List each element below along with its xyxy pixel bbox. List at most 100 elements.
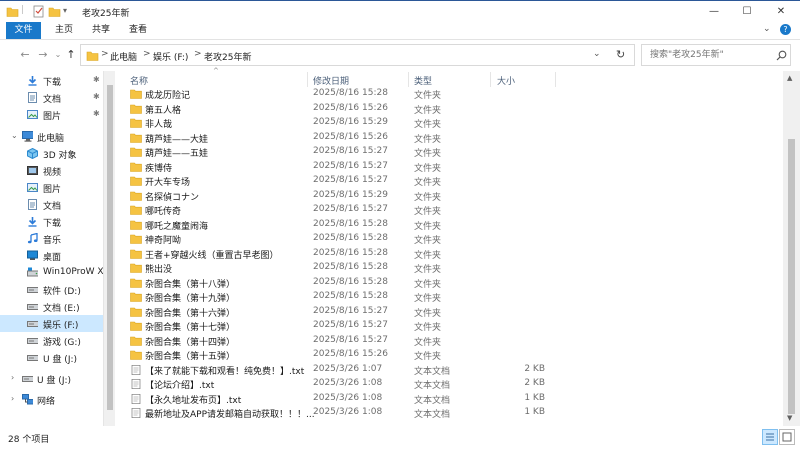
file-list-scrollbar[interactable]: ▲ ▼ xyxy=(783,71,800,426)
search-box[interactable] xyxy=(641,44,791,66)
folder-row[interactable]: 成龙历险记 2025/8/16 15:28 文件夹 xyxy=(125,87,783,102)
tab-view[interactable]: 查看 xyxy=(129,22,147,39)
scroll-up-icon[interactable]: ▲ xyxy=(787,74,792,82)
nav-item-videos[interactable]: 视频 xyxy=(0,162,103,179)
help-icon[interactable]: ? xyxy=(780,24,791,35)
file-size: 1 KB xyxy=(524,407,545,417)
expand-ribbon-icon[interactable]: ⌄ xyxy=(763,24,771,34)
maximize-button[interactable]: ☐ xyxy=(730,1,764,21)
folder-row[interactable]: 杂图合集（第十七弹） 2025/8/16 15:27 文件夹 xyxy=(125,319,783,334)
nav-item-usb-root[interactable]: › U 盘 (J:) xyxy=(0,370,103,387)
folder-row[interactable]: 第五人格 2025/8/16 15:26 文件夹 xyxy=(125,102,783,117)
folder-row[interactable]: 名探偵コナン 2025/8/16 15:29 文件夹 xyxy=(125,189,783,204)
folder-row[interactable]: 哪吒之魔童闹海 2025/8/16 15:28 文件夹 xyxy=(125,218,783,233)
column-divider[interactable] xyxy=(307,72,308,87)
nav-item-network[interactable]: › 网络 xyxy=(0,391,103,408)
collapse-chevron-icon[interactable]: ⌄ xyxy=(11,131,18,140)
nav-item-pictures-pinned[interactable]: 图片 ✱ xyxy=(0,106,103,123)
column-divider[interactable] xyxy=(555,72,556,87)
column-divider[interactable] xyxy=(408,72,409,87)
scroll-down-icon[interactable]: ▼ xyxy=(787,414,792,422)
breadcrumb-current-folder[interactable]: 老攻25年新 xyxy=(204,50,251,63)
breadcrumb-drive-f[interactable]: 娱乐 (F:) xyxy=(153,50,188,63)
minimize-button[interactable]: — xyxy=(697,1,731,21)
nav-item-drive-e[interactable]: 文档 (E:) xyxy=(0,298,103,315)
folder-row[interactable]: 疾博侍 2025/8/16 15:27 文件夹 xyxy=(125,160,783,175)
column-header-date[interactable]: 修改日期 xyxy=(313,74,349,87)
properties-icon[interactable] xyxy=(32,5,45,18)
file-type: 文件夹 xyxy=(414,163,442,174)
folder-row[interactable]: 葫芦娃——五娃 2025/8/16 15:27 文件夹 xyxy=(125,145,783,160)
address-bar[interactable]: > 此电脑 > 娱乐 (F:) > 老攻25年新 ⌄ ↻ xyxy=(80,44,635,66)
details-view-icon[interactable] xyxy=(762,429,778,445)
folder-row[interactable]: 葫芦娃——大娃 2025/8/16 15:26 文件夹 xyxy=(125,131,783,146)
scrollbar-thumb[interactable] xyxy=(107,85,113,410)
up-button[interactable]: ↑ xyxy=(64,47,78,63)
nav-item-downloads-pinned[interactable]: 下载 ✱ xyxy=(0,72,103,89)
nav-item-drive-g[interactable]: 游戏 (G:) xyxy=(0,332,103,349)
nav-item-this-pc[interactable]: ⌄ 此电脑 xyxy=(0,128,103,145)
file-name: 杂图合集（第十六弹） xyxy=(145,308,236,319)
file-size: 1 KB xyxy=(524,392,545,403)
nav-item-documents[interactable]: 文档 xyxy=(0,196,103,213)
address-dropdown-icon[interactable]: ⌄ xyxy=(593,49,601,59)
column-header-size[interactable]: 大小 xyxy=(497,74,515,87)
nav-item-system-drive[interactable]: Win10ProW X6 xyxy=(0,264,103,281)
folder-row[interactable]: 哪吒传奇 2025/8/16 15:27 文件夹 xyxy=(125,203,783,218)
scrollbar-thumb[interactable] xyxy=(788,139,795,414)
folder-row[interactable]: 杂图合集（第十六弹） 2025/8/16 15:27 文件夹 xyxy=(125,305,783,320)
file-row[interactable]: 【论坛介绍】.txt 2025/3/26 1:08 文本文档 2 KB xyxy=(125,377,783,392)
folder-row[interactable]: 熊出没 2025/8/16 15:28 文件夹 xyxy=(125,261,783,276)
file-row[interactable]: 【永久地址发布页】.txt 2025/3/26 1:08 文本文档 1 KB xyxy=(125,392,783,407)
tab-file[interactable]: 文件 xyxy=(6,22,41,39)
folder-row[interactable]: 杂图合集（第十八弹） 2025/8/16 15:28 文件夹 xyxy=(125,276,783,291)
nav-item-drive-d[interactable]: 软件 (D:) xyxy=(0,281,103,298)
breadcrumb-this-pc[interactable]: 此电脑 xyxy=(110,50,137,63)
expand-chevron-icon[interactable]: › xyxy=(11,394,14,403)
folder-row[interactable]: 杂图合集（第十五弹） 2025/8/16 15:26 文件夹 xyxy=(125,348,783,363)
customize-quick-access-icon[interactable]: ▾ xyxy=(63,6,67,19)
nav-item-downloads[interactable]: 下载 xyxy=(0,213,103,230)
back-button[interactable]: ← xyxy=(18,47,32,63)
breadcrumb-separator[interactable]: > xyxy=(194,49,202,59)
folder-row[interactable]: 开大车专场 2025/8/16 15:27 文件夹 xyxy=(125,174,783,189)
nav-item-pictures[interactable]: 图片 xyxy=(0,179,103,196)
search-input[interactable] xyxy=(650,48,770,62)
large-icons-view-icon[interactable] xyxy=(779,429,795,445)
folder-row[interactable]: 杂图合集（第十四弹） 2025/8/16 15:27 文件夹 xyxy=(125,334,783,349)
nav-item-documents-pinned[interactable]: 文档 ✱ xyxy=(0,89,103,106)
nav-item-label: Win10ProW X6 xyxy=(43,267,103,277)
navigation-scrollbar[interactable] xyxy=(103,71,115,426)
expand-chevron-icon[interactable]: › xyxy=(11,373,14,382)
close-button[interactable]: ✕ xyxy=(764,1,798,21)
nav-item-music[interactable]: 音乐 xyxy=(0,230,103,247)
ribbon: 文件 主页 共享 查看 ⌄ ? xyxy=(0,21,800,40)
file-row[interactable]: 最新地址及APP请发邮箱自动获取！！！... 2025/3/26 1:08 文本文档… xyxy=(125,406,783,421)
file-name: 名探偵コナン xyxy=(145,192,200,203)
refresh-icon[interactable]: ↻ xyxy=(616,48,625,61)
file-type: 文件夹 xyxy=(414,149,442,159)
folder-row[interactable]: 杂图合集（第十九弹） 2025/8/16 15:28 文件夹 xyxy=(125,290,783,305)
file-type: 文件夹 xyxy=(414,337,442,348)
folder-row[interactable]: 王者+穿越火线（重置古早老图） 2025/8/16 15:28 文件夹 xyxy=(125,247,783,262)
folder-row[interactable]: 神奇阿呦 2025/8/16 15:28 文件夹 xyxy=(125,232,783,247)
column-header-type[interactable]: 类型 xyxy=(414,74,432,87)
folder-row[interactable]: 非人哉 2025/8/16 15:29 文件夹 xyxy=(125,116,783,131)
drive-icon xyxy=(27,304,38,310)
breadcrumb-separator[interactable]: > xyxy=(101,49,109,59)
nav-item-desktop[interactable]: 桌面 xyxy=(0,247,103,264)
tab-home[interactable]: 主页 xyxy=(55,22,73,39)
new-folder-icon[interactable] xyxy=(48,5,61,18)
nav-item-label: 文档 (E:) xyxy=(43,304,80,314)
nav-item-3d-objects[interactable]: 3D 对象 xyxy=(0,145,103,162)
forward-button[interactable]: → xyxy=(36,47,50,63)
file-name: 非人哉 xyxy=(145,120,173,130)
column-header-name[interactable]: 名称 xyxy=(130,74,148,87)
column-divider[interactable] xyxy=(490,72,491,87)
recent-locations-button[interactable]: ⌄ xyxy=(51,47,65,63)
nav-item-usb-j[interactable]: U 盘 (J:) xyxy=(0,349,103,366)
breadcrumb-separator[interactable]: > xyxy=(143,49,151,59)
tab-share[interactable]: 共享 xyxy=(92,22,110,39)
nav-item-drive-f[interactable]: 娱乐 (F:) xyxy=(0,315,103,332)
file-row[interactable]: 【来了就能下载和观看！纯免费！】.txt 2025/3/26 1:07 文本文档 2 … xyxy=(125,363,783,378)
